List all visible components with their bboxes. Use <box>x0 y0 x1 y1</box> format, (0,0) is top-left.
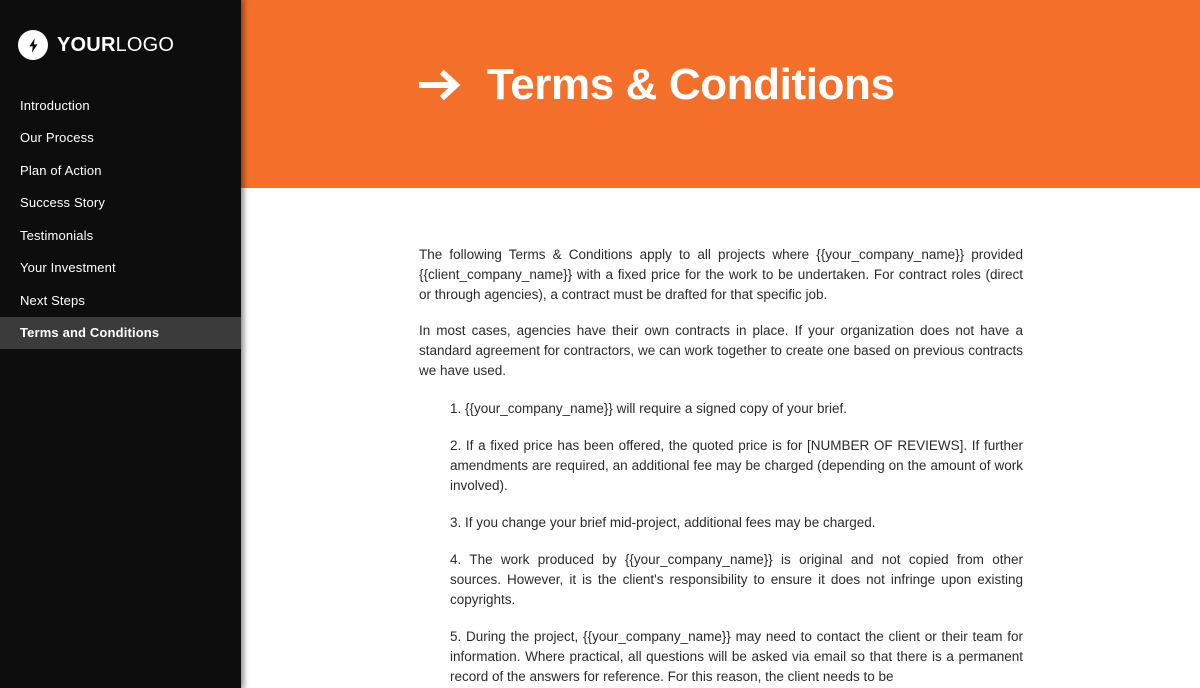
sidebar-item-terms-and-conditions[interactable]: Terms and Conditions <box>0 316 241 349</box>
sidebar-item-next-steps[interactable]: Next Steps <box>0 284 241 317</box>
sidebar-item-plan-of-action[interactable]: Plan of Action <box>0 154 241 187</box>
banner-inner: Terms & Conditions <box>241 34 895 137</box>
list-item: 2. If a fixed price has been offered, th… <box>450 438 1023 493</box>
brand-name-light: LOGO <box>115 34 175 56</box>
sidebar-item-our-process[interactable]: Our Process <box>0 122 241 155</box>
list-item: 5. During the project, {{your_company_na… <box>450 629 1023 684</box>
document-body: The following Terms & Conditions apply t… <box>241 188 1200 688</box>
list-item: 3. If you change your brief mid-project,… <box>450 515 876 530</box>
sidebar-item-testimonials[interactable]: Testimonials <box>0 219 241 252</box>
sidebar-item-your-investment[interactable]: Your Investment <box>0 252 241 285</box>
list-item: 4. The work produced by {{your_company_n… <box>450 552 1023 607</box>
sidebar-item-introduction[interactable]: Introduction <box>0 89 241 122</box>
sidebar: YOURLOGO Introduction Our Process Plan o… <box>0 0 241 688</box>
terms-clause-list: 1. {{your_company_name}} will require a … <box>419 399 1023 688</box>
sidebar-item-success-story[interactable]: Success Story <box>0 187 241 220</box>
page-title: Terms & Conditions <box>487 60 895 109</box>
intro-paragraph-1: The following Terms & Conditions apply t… <box>419 247 1023 302</box>
sidebar-nav: Introduction Our Process Plan of Action … <box>0 89 241 349</box>
brand-name: YOURLOGO <box>57 35 174 55</box>
document-content: Terms & Conditions The following Terms &… <box>241 0 1200 688</box>
lightning-bolt-icon <box>18 30 48 60</box>
brand-name-strong: YOUR <box>57 34 116 56</box>
arrow-right-icon <box>419 69 461 101</box>
page-banner: Terms & Conditions <box>241 0 1200 188</box>
intro-paragraph-2: In most cases, agencies have their own c… <box>419 323 1023 378</box>
presentation-viewer: YOURLOGO Introduction Our Process Plan o… <box>0 0 1200 688</box>
list-item: 1. {{your_company_name}} will require a … <box>450 401 847 416</box>
brand-logo[interactable]: YOURLOGO <box>0 0 241 62</box>
document-column: The following Terms & Conditions apply t… <box>419 188 1023 688</box>
